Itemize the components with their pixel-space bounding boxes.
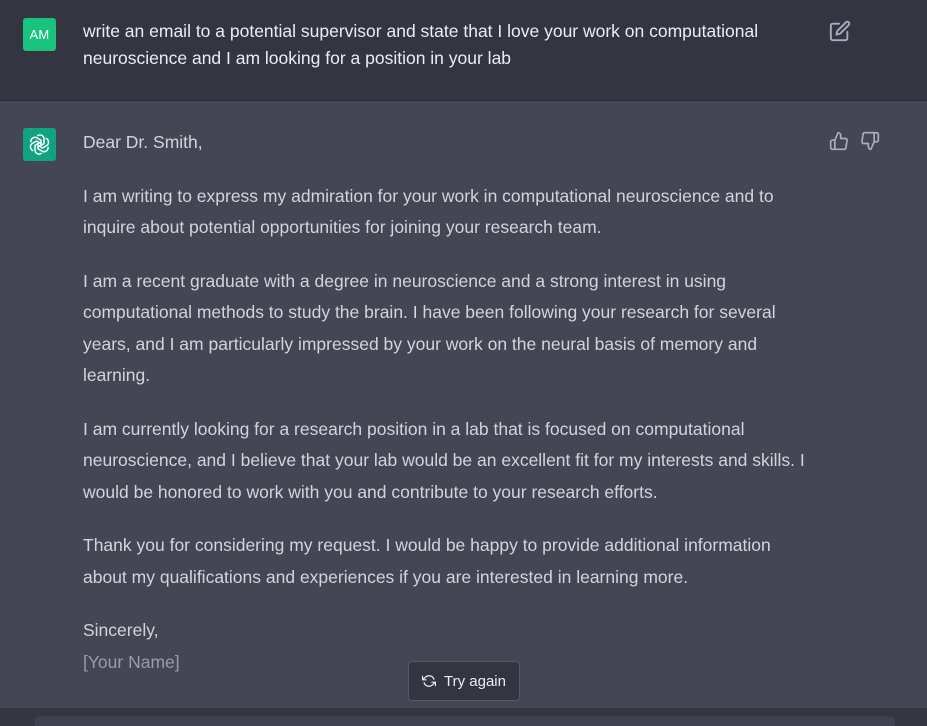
prompt-input-edge[interactable]: [35, 716, 895, 726]
try-again-label: Try again: [444, 672, 506, 690]
email-paragraph-1: I am writing to express my admiration fo…: [83, 185, 774, 238]
chat-page: AM write an email to a potential supervi…: [0, 0, 927, 726]
email-closing: Sincerely,: [83, 620, 159, 640]
thumbs-down-icon: [861, 131, 880, 151]
user-message-row: AM write an email to a potential supervi…: [0, 0, 927, 101]
openai-logo-icon: [29, 134, 50, 155]
assistant-avatar: [23, 128, 56, 161]
assistant-message-text: Dear Dr. Smith, I am writing to express …: [83, 127, 818, 678]
refresh-icon: [422, 675, 436, 687]
try-again-button[interactable]: Try again: [408, 661, 520, 701]
assistant-message-row: Dear Dr. Smith, I am writing to express …: [0, 101, 927, 726]
thumbs-up-button[interactable]: [829, 131, 851, 153]
email-greeting: Dear Dr. Smith,: [83, 132, 203, 152]
email-paragraph-2: I am a recent graduate with a degree in …: [83, 270, 776, 386]
thumbs-down-button[interactable]: [860, 131, 882, 153]
email-paragraph-4: Thank you for considering my request. I …: [83, 535, 771, 587]
user-message-text: write an email to a potential supervisor…: [83, 21, 759, 68]
thumbs-up-icon: [829, 131, 848, 151]
email-paragraph-3: I am currently looking for a research po…: [83, 418, 805, 502]
edit-message-button[interactable]: [829, 20, 851, 42]
edit-icon: [829, 20, 851, 42]
user-avatar: AM: [23, 18, 56, 51]
